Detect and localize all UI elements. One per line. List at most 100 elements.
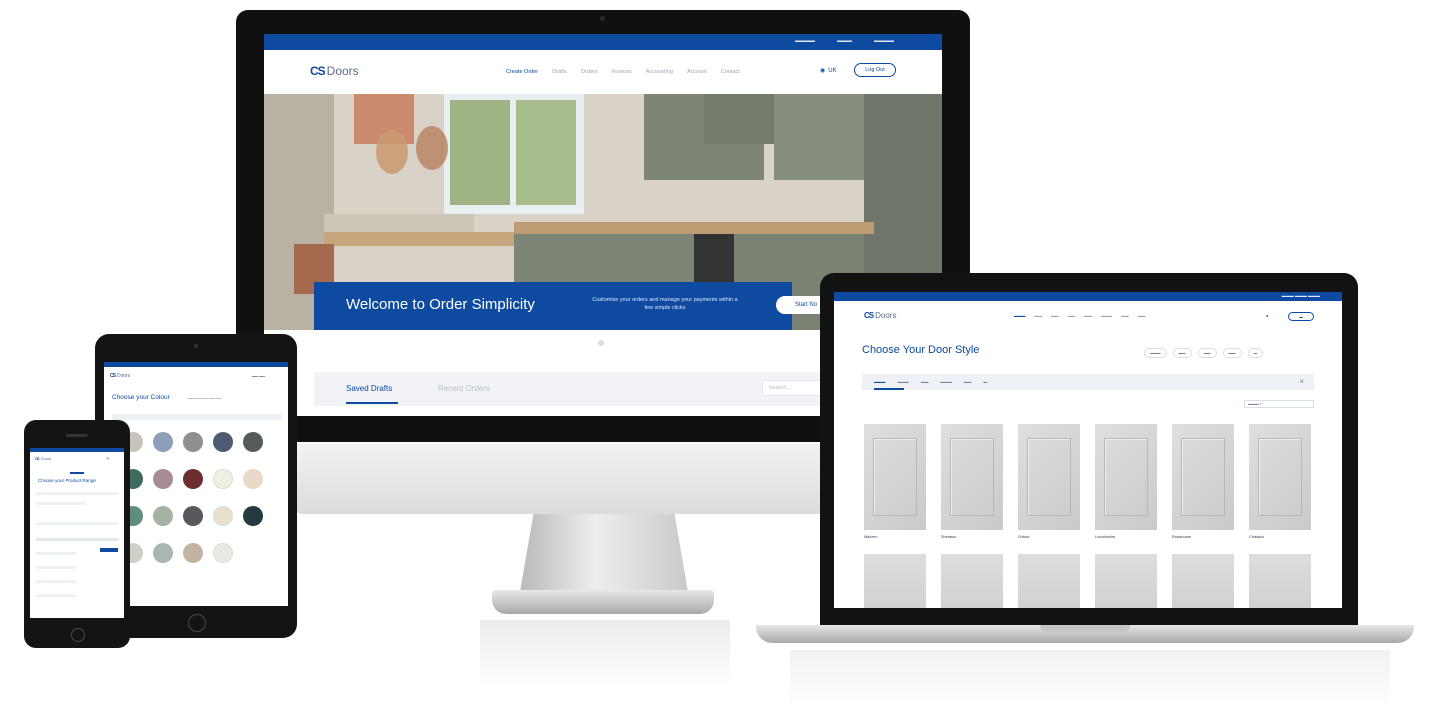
- swatch-circle: [183, 469, 203, 489]
- top-bar-link[interactable]: ▬▬▬▬: [795, 38, 815, 44]
- colour-swatch[interactable]: [208, 506, 238, 532]
- top-bar-link[interactable]: ▬▬▬: [837, 38, 852, 44]
- colour-swatch[interactable]: [238, 432, 268, 458]
- laptop-top-bar-links: ▬▬▬ ▬▬▬ ▬▬▬: [1281, 293, 1320, 298]
- nav-item[interactable]: ▬▬: [1084, 314, 1092, 318]
- nav-item[interactable]: ▬▬: [1034, 314, 1042, 318]
- laptop-top-bar: ▬▬▬ ▬▬▬ ▬▬▬: [834, 292, 1342, 301]
- sort-dropdown[interactable]: ▬▬▬ ▾: [1244, 400, 1314, 408]
- phone-home-button[interactable]: [71, 628, 85, 642]
- door-style-tab[interactable]: ▬▬▬: [940, 380, 951, 384]
- door-style-tab[interactable]: ▬▬▬: [897, 380, 908, 384]
- nav-item-invoices[interactable]: Invoices: [612, 69, 632, 75]
- colour-swatch[interactable]: [208, 469, 238, 495]
- colour-swatch[interactable]: [178, 469, 208, 495]
- colour-swatch[interactable]: [148, 543, 178, 569]
- nav-item[interactable]: ▬▬▬: [1014, 314, 1025, 318]
- user-icon[interactable]: ●: [1266, 313, 1268, 318]
- range-option[interactable]: [36, 502, 86, 505]
- door-image[interactable]: [864, 554, 926, 608]
- door-card[interactable]: Lincolnshire: [1095, 424, 1157, 543]
- door-image[interactable]: [1172, 554, 1234, 608]
- nav-item[interactable]: ▬▬: [1138, 314, 1146, 318]
- user-menu[interactable]: ▬▬ ▬▬: [252, 374, 265, 378]
- nav-item[interactable]: ▬▬▬: [1101, 314, 1112, 318]
- tab-saved-drafts[interactable]: Saved Drafts: [346, 384, 392, 393]
- cs-doors-logo[interactable]: CS Doors: [110, 373, 130, 379]
- globe-icon: ◉: [820, 68, 826, 74]
- language-selector[interactable]: ◉ UK: [820, 67, 837, 75]
- door-style-tab[interactable]: ▬▬: [964, 380, 972, 384]
- door-image[interactable]: [1249, 554, 1311, 608]
- door-image[interactable]: [1095, 554, 1157, 608]
- monitor-navbar: CS Doors Create Order Drafts Orders Invo…: [264, 50, 942, 94]
- nav-item-drafts[interactable]: Drafts: [552, 69, 567, 75]
- nav-item-contact[interactable]: Contact: [721, 69, 740, 75]
- active-tab-indicator: [346, 402, 398, 404]
- colour-swatch[interactable]: [178, 432, 208, 458]
- colour-swatch[interactable]: [178, 543, 208, 569]
- colour-swatch[interactable]: [148, 506, 178, 532]
- colour-swatch[interactable]: [178, 506, 208, 532]
- logo-word: Doors: [326, 64, 359, 78]
- door-card[interactable]: Chiswick: [1249, 424, 1311, 543]
- carousel-dot[interactable]: [598, 340, 604, 346]
- nav-item[interactable]: ▬▬: [1068, 314, 1076, 318]
- add-button[interactable]: [100, 548, 118, 552]
- nav-item[interactable]: ▬▬: [1051, 314, 1059, 318]
- logo-mark: CS: [310, 64, 326, 78]
- search-input[interactable]: [36, 522, 118, 525]
- tab-recent-orders[interactable]: Recent Orders: [438, 384, 490, 393]
- door-name: Sheraton: [941, 535, 957, 539]
- cs-doors-logo[interactable]: CS Doors: [864, 311, 896, 320]
- swatch-circle: [183, 432, 203, 452]
- door-image[interactable]: [941, 554, 1003, 608]
- logout-button[interactable]: Log Out: [854, 63, 896, 77]
- nav-item-orders[interactable]: Orders: [581, 69, 598, 75]
- colour-swatch[interactable]: [238, 469, 268, 495]
- door-card[interactable]: Malvern: [864, 424, 926, 543]
- menu-icon[interactable]: ☰: [106, 456, 110, 461]
- nav-item[interactable]: ▬▬: [1121, 314, 1129, 318]
- colour-swatch[interactable]: [208, 432, 238, 458]
- colour-swatch[interactable]: [208, 543, 238, 569]
- colour-swatch[interactable]: [148, 432, 178, 458]
- logout-button[interactable]: ▬: [1288, 312, 1314, 321]
- table-row[interactable]: [36, 580, 76, 583]
- colour-swatch[interactable]: [238, 506, 268, 532]
- welcome-title: Welcome to Order Simplicity: [346, 296, 535, 313]
- nav-item-account[interactable]: Account: [687, 69, 707, 75]
- filter-pill[interactable]: ▬: [1247, 348, 1263, 358]
- door-style-tab[interactable]: ▬▬: [921, 380, 929, 384]
- filter-pill[interactable]: ▬▬: [1172, 348, 1192, 358]
- nav-item-accounting[interactable]: Accounting: [646, 69, 673, 75]
- cs-doors-logo[interactable]: CS Doors: [35, 456, 51, 461]
- laptop-navbar: CS Doors ▬▬▬ ▬▬ ▬▬ ▬▬ ▬▬ ▬▬▬ ▬▬ ▬▬ ● ▬: [834, 301, 1342, 331]
- nav-item-create-order[interactable]: Create Order: [506, 69, 538, 75]
- active-tab-indicator: [874, 388, 904, 390]
- door-card[interactable]: Rowshome: [1172, 424, 1234, 543]
- swatch-circle: [153, 469, 173, 489]
- door-style-tab[interactable]: ▬: [983, 380, 987, 384]
- cs-doors-logo[interactable]: CS Doors: [310, 64, 359, 78]
- orders-tab-bar: Saved Drafts Recent Orders Search...: [314, 372, 904, 406]
- top-bar-link[interactable]: ▬▬▬▬: [874, 38, 894, 44]
- table-row[interactable]: [36, 552, 76, 555]
- table-row[interactable]: [36, 566, 76, 569]
- filter-pill[interactable]: ▬▬: [1222, 348, 1242, 358]
- colour-swatch[interactable]: [148, 469, 178, 495]
- door-style-tab[interactable]: ▬▬▬: [874, 380, 885, 384]
- filter-pill[interactable]: ▬▬: [1197, 348, 1217, 358]
- tablet-screen: CS Doors ▬▬ ▬▬ Choose your Colour ▬▬ ▬▬ …: [104, 362, 288, 606]
- close-icon[interactable]: ×: [1299, 377, 1304, 386]
- logo-word: Doors: [875, 311, 897, 320]
- door-card[interactable]: Sheraton: [941, 424, 1003, 543]
- tablet-home-button[interactable]: [188, 614, 206, 632]
- door-card[interactable]: Oxford: [1018, 424, 1080, 543]
- filter-pill[interactable]: ▬▬▬: [1144, 348, 1167, 358]
- door-image: [864, 424, 926, 530]
- door-image[interactable]: [1018, 554, 1080, 608]
- table-row[interactable]: [36, 594, 76, 597]
- door-style-tabs: ▬▬▬ ▬▬▬ ▬▬ ▬▬▬ ▬▬ ▬ ×: [862, 374, 1314, 390]
- range-filter[interactable]: [36, 492, 118, 495]
